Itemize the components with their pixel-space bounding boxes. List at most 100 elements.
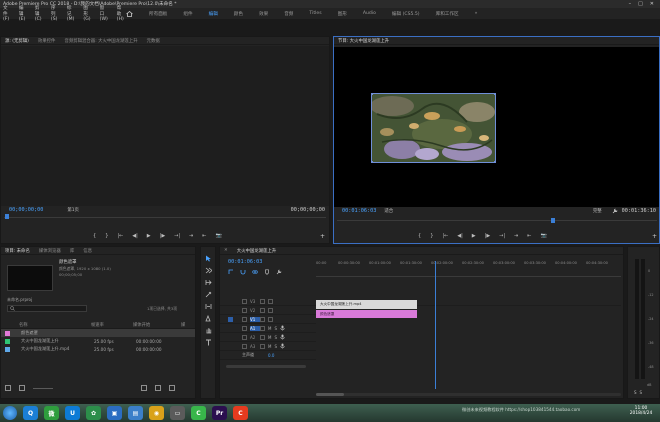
project-row-sequence[interactable]: 大火中国龙湖莲上升 25.00 fps 00:00:00:00 — [1, 337, 195, 345]
menu-sequence[interactable]: 序列(S) — [51, 5, 58, 22]
mute-button[interactable]: M — [268, 326, 271, 331]
timeline-timecode[interactable]: 00:01:06:03 — [228, 259, 262, 265]
taskbar-app-6[interactable]: ◉ — [149, 406, 164, 420]
pen-tool-icon[interactable] — [205, 315, 212, 322]
lock-icon[interactable] — [242, 325, 247, 331]
program-playhead[interactable] — [551, 218, 555, 223]
microphone-icon[interactable] — [280, 343, 285, 349]
program-video-frame[interactable] — [371, 93, 496, 163]
workspace-editing-cs55[interactable]: 编辑 (CS5.5) — [384, 11, 428, 17]
system-clock[interactable]: 11:00 2018/4/24 — [626, 406, 656, 416]
column-media[interactable]: 媒 — [181, 322, 185, 328]
mark-in-button[interactable]: { — [93, 233, 96, 239]
track-height-scrollbar[interactable] — [226, 365, 306, 368]
source-scrubber[interactable] — [4, 217, 326, 218]
menu-marker[interactable]: 标记(M) — [67, 5, 75, 22]
workspace-libraries[interactable]: 库和工作区 — [428, 11, 467, 17]
microphone-icon[interactable] — [280, 325, 285, 331]
eye-icon[interactable] — [268, 307, 273, 313]
snap-icon[interactable] — [240, 269, 246, 275]
program-add-button[interactable]: + — [652, 233, 657, 240]
program-go-to-out-button[interactable]: →| — [499, 233, 505, 239]
timeline-ruler[interactable]: 00:00 00:00:30:00 00:01:00:00 00:01:30:0… — [316, 261, 621, 277]
timeline-playhead[interactable] — [434, 261, 436, 389]
timeline-horizontal-scrollbar[interactable] — [316, 393, 621, 396]
source-add-button[interactable]: + — [320, 233, 325, 240]
tab-info[interactable]: 信息 — [83, 248, 92, 254]
menu-graphics[interactable]: 图形(G) — [83, 5, 90, 22]
tab-libraries[interactable]: 库 — [70, 248, 74, 254]
workspace-all-panels[interactable]: 所有面板 — [141, 11, 175, 17]
list-view-icon[interactable] — [5, 385, 11, 391]
go-to-out-button[interactable]: →| — [174, 233, 180, 239]
sync-lock-icon[interactable] — [260, 343, 265, 349]
taskbar-app-7[interactable]: ▭ — [170, 406, 185, 420]
tab-project[interactable]: 项目: 未命名 — [5, 248, 30, 254]
menu-file[interactable]: 文件(F) — [3, 5, 10, 22]
workspace-color[interactable]: 颜色 — [226, 11, 251, 17]
clip-color-matte[interactable]: 颜色遮罩 — [316, 310, 417, 318]
meter-solo-right[interactable]: S — [640, 390, 643, 395]
linked-selection-icon[interactable] — [252, 269, 258, 275]
play-button[interactable]: ▶ — [147, 233, 151, 239]
slip-tool-icon[interactable] — [205, 303, 212, 310]
taskbar-app-1[interactable]: 微 — [44, 406, 59, 420]
selection-tool-icon[interactable] — [205, 255, 212, 262]
eye-icon[interactable] — [268, 316, 273, 322]
tab-source[interactable]: 源: (无剪辑) — [5, 38, 29, 44]
meter-solo-left[interactable]: S — [634, 390, 637, 395]
tab-metadata[interactable]: 元数据 — [147, 38, 160, 44]
hand-tool-icon[interactable] — [205, 327, 212, 334]
program-timecode[interactable]: 00:01:06:03 — [342, 208, 376, 214]
minimize-button[interactable]: – — [629, 1, 632, 7]
track-select-tool-icon[interactable] — [205, 267, 212, 274]
project-row-mp4[interactable]: 大火中国龙湖莲上升.mp4 25.00 fps 00:00:00:00 — [1, 345, 195, 353]
mute-button[interactable]: M — [268, 335, 271, 340]
sync-lock-icon[interactable] — [260, 307, 265, 313]
source-timecode[interactable]: 00;00;00;00 — [9, 207, 43, 213]
sync-lock-icon[interactable] — [260, 298, 265, 304]
ripple-edit-tool-icon[interactable] — [205, 279, 212, 286]
workspace-audio[interactable]: 音频 — [276, 11, 301, 17]
workspace-titles[interactable]: Titles — [301, 11, 329, 17]
sync-lock-icon[interactable] — [260, 316, 265, 322]
new-bin-icon[interactable] — [141, 385, 147, 391]
taskbar-app-10[interactable]: C — [233, 406, 248, 420]
tab-audio-clip-mixer[interactable]: 音频剪辑混合器: 大火中国龙湖莲上升 — [64, 38, 137, 44]
program-scrubber[interactable] — [337, 220, 657, 221]
solo-button[interactable]: S — [274, 326, 277, 331]
add-marker-icon[interactable] — [264, 269, 270, 275]
overwrite-button[interactable]: ⇤ — [202, 233, 206, 239]
menu-edit[interactable]: 编辑(E) — [19, 5, 26, 22]
start-button[interactable] — [3, 406, 17, 420]
extract-button[interactable]: ⇤ — [527, 233, 531, 239]
column-media-start[interactable]: 媒体开始 — [133, 322, 181, 328]
workspace-editing[interactable]: 编辑 — [201, 11, 226, 17]
step-back-button[interactable]: ◀| — [132, 233, 138, 239]
timeline-settings-icon[interactable] — [276, 269, 282, 275]
column-frame-rate[interactable]: 帧速率 — [91, 322, 133, 328]
tab-effect-controls[interactable]: 效果控件 — [38, 38, 56, 44]
program-mark-in-button[interactable]: { — [418, 233, 421, 239]
taskbar-app-5[interactable]: ▤ — [128, 406, 143, 420]
lock-icon[interactable] — [242, 343, 247, 349]
go-to-in-button[interactable]: |← — [117, 233, 123, 239]
taskbar-app-4[interactable]: ▣ — [107, 406, 122, 420]
source-patch-v1[interactable] — [228, 316, 233, 322]
taskbar-app-8[interactable]: C — [191, 406, 206, 420]
menu-help[interactable]: 帮助(H) — [117, 5, 124, 22]
zoom-slider[interactable] — [33, 387, 53, 389]
lock-icon[interactable] — [242, 334, 247, 340]
source-page[interactable]: 第1页 — [67, 207, 79, 213]
taskbar-app-3[interactable]: ✿ — [86, 406, 101, 420]
mute-button[interactable]: M — [268, 344, 271, 349]
taskbar-app-2[interactable]: U — [65, 406, 80, 420]
tab-media-browser[interactable]: 媒体浏览器 — [39, 248, 61, 254]
menu-clip[interactable]: 剪辑(C) — [35, 5, 42, 22]
workspace-effects[interactable]: 效果 — [251, 11, 276, 17]
solo-button[interactable]: S — [274, 344, 277, 349]
track-label[interactable]: A1 — [250, 325, 260, 331]
resize-handle-tl[interactable] — [372, 94, 373, 95]
insert-button[interactable]: ⇥ — [189, 233, 193, 239]
quality-dropdown[interactable]: 完整 — [593, 208, 602, 214]
